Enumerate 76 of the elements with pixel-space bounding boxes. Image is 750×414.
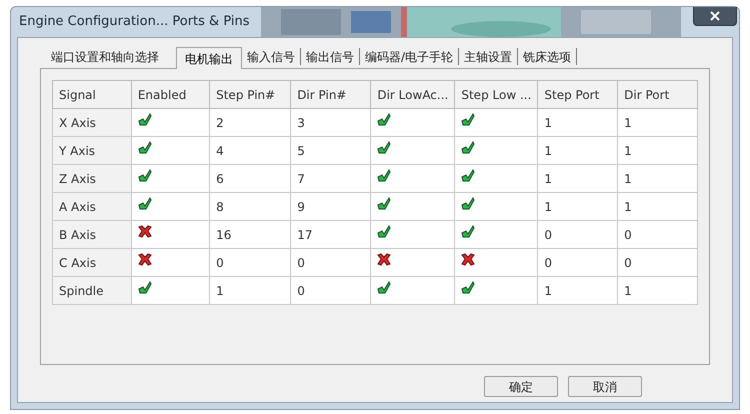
check-icon[interactable]	[138, 113, 152, 126]
table-cell: 0	[538, 248, 618, 276]
cancel-button[interactable]: 取消	[568, 376, 642, 397]
check-icon[interactable]	[461, 113, 476, 126]
cross-icon[interactable]	[138, 253, 152, 266]
table-cell: 0	[210, 248, 291, 276]
cross-icon[interactable]	[461, 253, 476, 266]
tab[interactable]: 铣床选项	[518, 48, 578, 65]
check-icon[interactable]	[377, 169, 392, 182]
table-cell: 4	[210, 136, 291, 164]
table-cell: 2	[210, 108, 291, 136]
table-cell: 1	[618, 192, 698, 220]
tab[interactable]: 端口设置和轴向选择	[46, 48, 164, 65]
close-icon	[710, 11, 720, 21]
tab[interactable]: 编码器/电子手轮	[360, 48, 460, 65]
check-icon[interactable]	[377, 197, 392, 210]
window-title: Engine Configuration... Ports & Pins	[19, 13, 250, 32]
column-header[interactable]: Step Low ...	[454, 80, 538, 108]
check-icon[interactable]	[377, 225, 392, 238]
table-cell: 16	[210, 220, 291, 248]
table-cell: 1	[618, 136, 698, 164]
table-cell: 1	[538, 164, 618, 192]
table-cell: 1	[538, 192, 618, 220]
table-cell: 0	[618, 220, 698, 248]
check-icon[interactable]	[461, 281, 476, 294]
table-cell: 3	[290, 108, 371, 136]
table-cell: 1	[538, 136, 618, 164]
table-cell: 1	[538, 108, 618, 136]
check-icon[interactable]	[377, 113, 392, 126]
cross-icon[interactable]	[138, 225, 152, 238]
row-header: A Axis	[52, 192, 132, 220]
table-cell: 1	[618, 164, 698, 192]
table-cell: 7	[290, 164, 371, 192]
table-cell: 17	[290, 220, 371, 248]
table-cell: 9	[290, 192, 371, 220]
tab[interactable]: 主轴设置	[459, 48, 518, 65]
close-button[interactable]	[693, 7, 737, 26]
cross-icon[interactable]	[377, 253, 392, 266]
row-header: X Axis	[52, 108, 132, 136]
table-cell: 1	[538, 276, 618, 304]
column-header[interactable]: Step Port	[538, 80, 618, 108]
table-cell: 0	[290, 248, 371, 276]
row-header: C Axis	[52, 248, 132, 276]
check-icon[interactable]	[377, 281, 392, 294]
check-icon[interactable]	[461, 169, 476, 182]
column-header[interactable]: Dir Port	[618, 80, 698, 108]
column-header[interactable]: Signal	[52, 80, 132, 108]
table-cell: 5	[290, 136, 371, 164]
check-icon[interactable]	[461, 197, 476, 210]
table-cell: 6	[210, 164, 291, 192]
check-icon[interactable]	[138, 169, 152, 182]
ok-button[interactable]: 确定	[484, 376, 558, 397]
table-cell: 1	[618, 276, 698, 304]
tab[interactable]: 输出信号	[301, 48, 360, 65]
column-header[interactable]: Dir LowAc...	[370, 80, 455, 108]
check-icon[interactable]	[138, 141, 152, 154]
row-header: Spindle	[52, 276, 132, 304]
table-cell: 1	[618, 108, 698, 136]
table-cell: 0	[618, 248, 698, 276]
row-header: Z Axis	[52, 164, 132, 192]
table-cell: 8	[210, 192, 291, 220]
table-cell: 1	[210, 276, 291, 304]
column-header[interactable]: Step Pin#	[210, 80, 291, 108]
tab[interactable]: 输入信号	[242, 48, 301, 65]
row-header: Y Axis	[52, 136, 132, 164]
table-cell: 0	[538, 220, 618, 248]
check-icon[interactable]	[377, 141, 392, 154]
check-icon[interactable]	[138, 197, 152, 210]
check-icon[interactable]	[138, 281, 152, 294]
check-icon[interactable]	[461, 225, 476, 238]
check-icon[interactable]	[461, 141, 476, 154]
tab[interactable]: 电机输出	[176, 47, 242, 69]
column-header[interactable]: Dir Pin#	[290, 80, 371, 108]
column-header[interactable]: Enabled	[131, 80, 210, 108]
row-header: B Axis	[52, 220, 132, 248]
table-cell: 0	[290, 276, 371, 304]
